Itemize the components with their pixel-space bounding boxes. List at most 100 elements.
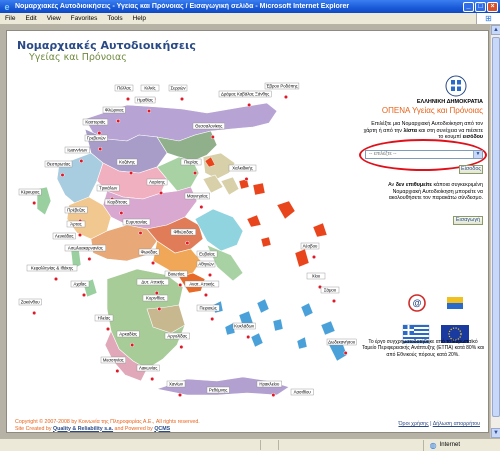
prefecture-label[interactable]: Καρδίτσας xyxy=(104,198,130,206)
prefecture-pin-icon[interactable] xyxy=(343,350,348,356)
prefecture-pin-icon[interactable] xyxy=(98,146,103,152)
prefecture-label[interactable]: Κυκλάδων xyxy=(232,322,256,330)
prefecture-label[interactable]: Λευκάδας xyxy=(52,232,76,240)
menu-edit[interactable]: Edit xyxy=(20,15,41,22)
prefecture-label[interactable]: Λασιθίου xyxy=(290,388,314,396)
vertical-scrollbar[interactable]: ▲ ▼ xyxy=(490,25,500,438)
prefecture-pin-icon[interactable] xyxy=(311,254,317,260)
greece-map[interactable]: Έβρου Ροδόπης Δράμας Καβάλας Ξάνθης Κιλκίς… xyxy=(7,69,367,399)
prefecture-label[interactable]: Λέσβου xyxy=(300,242,320,250)
prefecture-label[interactable]: Πιερίας xyxy=(180,158,202,166)
prefecture-name[interactable]: Δωδεκανήσου xyxy=(328,340,356,345)
powered-by-link[interactable]: QCMS xyxy=(154,426,170,432)
prefecture-name[interactable]: Αθηνών xyxy=(198,262,213,267)
prefecture-label[interactable]: Μαγνησίας xyxy=(184,192,210,200)
prefecture-name[interactable]: Μαγνησίας xyxy=(187,194,208,199)
prefecture-name[interactable]: Πέλλας xyxy=(117,86,131,91)
prefecture-name[interactable]: Αιτωλοακαρνανίας xyxy=(68,246,103,251)
prefecture-pin-icon[interactable] xyxy=(151,260,156,266)
prefecture-label[interactable]: Χαλκιδικής xyxy=(228,164,257,172)
prefecture-name[interactable]: Έβρου Ροδόπης xyxy=(265,84,298,89)
prefecture-pin-icon[interactable] xyxy=(247,102,252,108)
menu-favorites[interactable]: Favorites xyxy=(66,15,103,22)
prefecture-pin-icon[interactable] xyxy=(179,344,184,350)
prefecture-name[interactable]: Φθιώτιδας xyxy=(174,230,194,235)
prefecture-pin-icon[interactable] xyxy=(199,204,204,210)
prefecture-name[interactable]: Κέρκυρας xyxy=(21,190,40,195)
prefecture-name[interactable]: Αργολίδας xyxy=(167,334,187,339)
prefecture-label[interactable]: Ρεθύμνης xyxy=(206,386,230,394)
prefecture-name[interactable]: Ιωαννίνων xyxy=(67,148,87,153)
menu-view[interactable]: View xyxy=(42,15,66,22)
prefecture-pin-icon[interactable] xyxy=(79,158,84,164)
prefecture-label[interactable]: Ευρυτανίας xyxy=(122,218,151,226)
scroll-thumb[interactable] xyxy=(492,37,500,417)
prefecture-label[interactable]: Σερρών xyxy=(168,84,188,92)
prefecture-label[interactable]: Πρέβεζας xyxy=(64,206,88,214)
prefecture-label[interactable]: Θεσπρωτίας xyxy=(44,160,73,168)
prefecture-name[interactable]: Μεσσηνίας xyxy=(103,358,124,363)
prefecture-pin-icon[interactable] xyxy=(138,230,143,236)
prefecture-label[interactable]: Σάμου xyxy=(320,286,340,294)
prefecture-label[interactable]: Κιλκίς xyxy=(140,84,160,92)
prefecture-name[interactable]: Φλώρινας xyxy=(105,108,124,113)
prefecture-name[interactable]: Κορινθίας xyxy=(146,296,165,301)
prefecture-name[interactable]: Ζακύνθου xyxy=(21,300,41,305)
prefecture-name[interactable]: Λευκάδας xyxy=(55,234,74,239)
prefecture-pin-icon[interactable] xyxy=(271,392,276,398)
prefecture-name[interactable]: Κεφαλληνίας & Ιθάκης xyxy=(31,266,73,271)
prefecture-label[interactable]: Χίου xyxy=(306,272,326,280)
prefecture-name[interactable]: Πρέβεζας xyxy=(67,208,85,213)
prefecture-name[interactable]: Χανίων xyxy=(169,382,183,387)
prefecture-pin-icon[interactable] xyxy=(179,96,185,102)
prefecture-label[interactable]: Αθηνών xyxy=(196,260,216,268)
minimize-button[interactable]: _ xyxy=(463,1,474,12)
prefecture-pin-icon[interactable] xyxy=(129,170,134,176)
prefecture-name[interactable]: Ευβοίας xyxy=(199,252,215,257)
prefecture-name[interactable]: Αρκαδίας xyxy=(119,332,137,337)
prefecture-label[interactable]: Καστοριάς xyxy=(82,118,108,126)
prefecture-pin-icon[interactable] xyxy=(283,94,289,100)
prefecture-label[interactable]: Τρικάλων xyxy=(96,184,120,192)
prefecture-label[interactable]: Ανατ. Αττικής xyxy=(184,280,220,288)
register-button[interactable]: Εισαγωγή xyxy=(453,216,483,225)
prefecture-name[interactable]: Γρεβενών xyxy=(87,136,106,141)
prefecture-pin-icon[interactable] xyxy=(244,176,249,182)
prefecture-pin-icon[interactable] xyxy=(157,306,162,312)
prefecture-pin-icon[interactable] xyxy=(193,170,198,176)
prefecture-pin-icon[interactable] xyxy=(210,134,215,140)
prefecture-label[interactable]: Αιτωλοακαρνανίας xyxy=(64,244,106,252)
prefecture-label[interactable]: Κορινθίας xyxy=(142,294,168,302)
scroll-up-icon[interactable]: ▲ xyxy=(491,25,500,35)
prefecture-pin-icon[interactable] xyxy=(150,376,155,382)
prefecture-name[interactable]: Λαρίσης xyxy=(149,180,165,185)
prefecture-label[interactable]: Χανίων xyxy=(166,380,186,388)
prefecture-pin-icon[interactable] xyxy=(154,290,159,296)
prefecture-name[interactable]: Φωκίδας xyxy=(141,250,158,255)
prefecture-label[interactable]: Δράμας Καβάλας Ξάνθης xyxy=(218,90,272,98)
prefecture-name[interactable]: Σάμου xyxy=(324,288,337,293)
prefecture-name[interactable]: Ηλείας xyxy=(98,316,111,321)
prefecture-name[interactable]: Λέσβου xyxy=(303,244,318,249)
prefecture-pin-icon[interactable] xyxy=(207,272,213,278)
menu-tools[interactable]: Tools xyxy=(102,15,127,22)
prefecture-pin-icon[interactable] xyxy=(32,200,37,206)
prefecture-pin-icon[interactable] xyxy=(119,210,124,216)
prefecture-pin-icon[interactable] xyxy=(147,108,152,114)
prefecture-label[interactable]: Ηρακλείου xyxy=(256,380,282,388)
prefecture-pin-icon[interactable] xyxy=(246,334,251,340)
prefecture-pin-icon[interactable] xyxy=(97,130,102,136)
created-by-company-link[interactable]: Quality & Reliability s.a. xyxy=(53,426,113,432)
prefecture-name[interactable]: Ανατ. Αττικής xyxy=(189,282,214,287)
prefecture-label[interactable]: Λακωνίας xyxy=(136,364,160,372)
menu-help[interactable]: Help xyxy=(128,15,151,22)
prefecture-label[interactable]: Αχαΐας xyxy=(70,280,90,288)
prefecture-label[interactable]: Μεσσηνίας xyxy=(100,356,126,364)
prefecture-name[interactable]: Λασιθίου xyxy=(294,390,312,395)
prefecture-name[interactable]: Ηρακλείου xyxy=(259,382,280,387)
prefecture-pin-icon[interactable] xyxy=(185,240,190,246)
prefecture-label[interactable]: Πειραιώς xyxy=(196,304,220,312)
prefecture-pin-icon[interactable] xyxy=(203,292,208,298)
prefecture-name[interactable]: Χίου xyxy=(312,274,321,279)
prefecture-name[interactable]: Λακωνίας xyxy=(139,366,157,371)
